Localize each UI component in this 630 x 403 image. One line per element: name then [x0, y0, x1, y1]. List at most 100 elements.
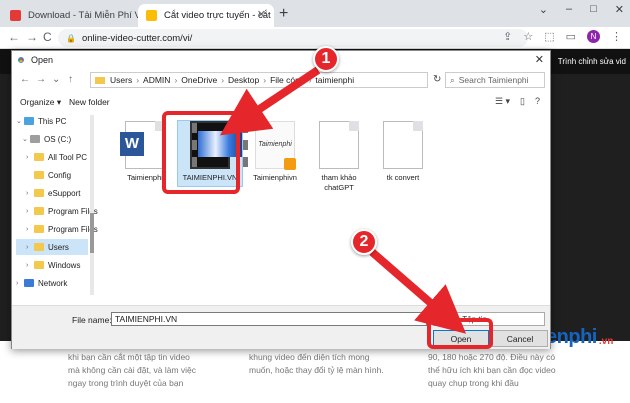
file-name-field[interactable]: TAIMIENPHI.VN ▾ — [111, 312, 427, 326]
folder-icon — [34, 261, 44, 269]
organize-button[interactable]: Organize ▾ — [20, 97, 61, 108]
chevron-down-icon[interactable]: ⌄ — [22, 135, 30, 143]
file-item-tham-khao-chatgpt[interactable]: tham khảo chatGPT — [308, 121, 370, 193]
open-file-dialog: Open ✕ ← → ⌄ ↑ Users › ADMIN › OneDrive › D… — [11, 50, 551, 349]
nav-item-all-tool-pc[interactable]: › All Tool PC — [26, 149, 87, 165]
chevron-right-icon: › — [136, 75, 140, 85]
word-logo-icon: W — [120, 132, 144, 156]
breadcrumb-item[interactable]: File cóno — [270, 75, 305, 85]
chevron-right-icon[interactable]: › — [26, 262, 34, 269]
search-input[interactable]: ⌕ Search Taimienphi — [445, 72, 545, 88]
minimize-button[interactable]: – — [566, 3, 572, 16]
breadcrumb[interactable]: Users › ADMIN › OneDrive › Desktop › File có… — [90, 72, 428, 88]
preview-pane-icon[interactable]: ▯ — [520, 96, 525, 107]
folder-icon — [34, 207, 44, 215]
nav-item-config[interactable]: Config — [26, 167, 71, 183]
breadcrumb-item[interactable]: OneDrive — [181, 75, 217, 85]
forward-button[interactable]: → — [26, 30, 38, 44]
chevron-right-icon[interactable]: › — [26, 154, 34, 161]
breadcrumb-item[interactable]: Desktop — [228, 75, 259, 85]
file-name: tk convert — [386, 173, 420, 182]
dialog-forward-button[interactable]: → — [36, 74, 46, 85]
chevron-down-icon[interactable]: ⌄ — [16, 117, 24, 125]
new-folder-button[interactable]: New folder — [69, 97, 110, 107]
site-info-icon[interactable]: 🔒 — [66, 34, 76, 43]
scrollbar-thumb[interactable] — [90, 213, 94, 253]
nav-item-esupport[interactable]: › eSupport — [26, 185, 80, 201]
new-tab-button[interactable]: + — [279, 5, 288, 23]
nav-item-program-files-x86[interactable]: › Program Files — [26, 221, 98, 237]
browser-menu-icon[interactable]: ⋮ — [611, 30, 622, 43]
network-icon — [24, 279, 34, 287]
url-text: online-video-cutter.com/vi/ — [81, 32, 193, 44]
nav-item-this-pc[interactable]: ⌄ This PC — [16, 113, 66, 129]
tab-favicon-icon — [10, 10, 21, 21]
nav-item-program-files[interactable]: › Program Files — [26, 203, 98, 219]
side-panel-icon[interactable]: ▭ — [566, 30, 576, 43]
maximize-button[interactable]: □ — [590, 3, 597, 16]
tab-strip: Download - Tải Miễn Phí VN - Ph Cắt vide… — [0, 0, 630, 27]
file-name: tham khảo chatGPT — [321, 173, 357, 192]
tab-video-cutter[interactable]: Cắt video trực tuyến - cắt MP4, A ✕ — [138, 4, 274, 27]
folder-icon — [95, 76, 105, 84]
nav-item-label: Network — [38, 278, 68, 288]
chevron-right-icon: › — [263, 75, 267, 85]
nav-item-os-c[interactable]: ⌄ OS (C:) — [22, 131, 71, 147]
feature-text: khi bạn cần cắt một tập tin video mà khô… — [68, 352, 197, 388]
page-nav-link[interactable]: Trình chỉnh sửa vid — [558, 57, 626, 66]
thumbnail-text: Taimienphi — [258, 141, 292, 148]
chevron-right-icon[interactable]: › — [26, 208, 34, 215]
image-file-icon: Taimienphi — [255, 121, 296, 170]
chevron-right-icon: › — [221, 75, 225, 85]
reload-button[interactable]: C — [43, 30, 52, 44]
chevron-right-icon[interactable]: › — [26, 244, 34, 251]
nav-item-label: This PC — [38, 116, 67, 126]
profile-avatar[interactable]: N — [587, 30, 600, 43]
feature-text: 90, 180 hoặc 270 độ. Điều này có thể hữu… — [428, 352, 556, 388]
drive-icon — [30, 135, 40, 143]
file-name-value: TAIMIENPHI.VN — [115, 314, 178, 324]
chevron-down-icon[interactable]: ▾ — [419, 314, 423, 322]
view-controls: ☰ ▾ ▯ ? — [495, 96, 540, 107]
nav-item-label: Users — [48, 242, 69, 252]
breadcrumb-item[interactable]: ADMIN — [143, 75, 170, 85]
file-item-taimienphivn[interactable]: Taimienphi Taimienphivn — [244, 121, 306, 183]
nav-item-network[interactable]: › Network — [16, 275, 67, 291]
toolbar-actions: ⇪ ☆ ⬚ ▭ N ⋮ — [503, 30, 622, 43]
dialog-close-button[interactable]: ✕ — [535, 53, 544, 66]
dialog-address-row: ← → ⌄ ↑ Users › ADMIN › OneDrive › Desktop ›… — [12, 69, 550, 91]
help-icon[interactable]: ? — [535, 96, 540, 107]
refresh-icon[interactable]: ↻ — [433, 74, 441, 85]
chevron-right-icon[interactable]: › — [26, 190, 34, 197]
change-view-icon[interactable]: ☰ ▾ — [495, 96, 510, 107]
chevron-right-icon[interactable]: › — [26, 226, 34, 233]
step-badge: 1 — [313, 46, 339, 72]
bookmark-star-icon[interactable]: ☆ — [523, 30, 533, 43]
tab-close-icon[interactable]: ✕ — [257, 8, 266, 21]
nav-item-label: All Tool PC — [48, 152, 87, 162]
file-item-tk-convert[interactable]: tk convert — [372, 121, 434, 183]
recent-locations-button[interactable]: ⌄ — [52, 74, 60, 85]
cancel-button[interactable]: Cancel — [492, 330, 548, 347]
address-bar[interactable]: 🔒 online-video-cutter.com/vi/ — [58, 29, 528, 47]
tab-download[interactable]: Download - Tải Miễn Phí VN - Ph — [2, 4, 138, 27]
close-window-button[interactable]: ✕ — [615, 3, 624, 16]
dialog-back-button[interactable]: ← — [20, 74, 30, 85]
document-icon — [383, 121, 423, 169]
share-icon[interactable]: ⇪ — [503, 30, 512, 43]
breadcrumb-item[interactable]: Users — [110, 75, 132, 85]
tab-search-icon[interactable]: ⌄ — [539, 3, 548, 16]
nav-item-users[interactable]: › Users — [16, 239, 88, 255]
nav-scrollbar[interactable] — [90, 115, 94, 295]
breadcrumb-item[interactable]: taimienphi — [315, 75, 354, 85]
up-folder-button[interactable]: ↑ — [68, 74, 73, 85]
back-button[interactable]: ← — [8, 30, 20, 44]
nav-item-label: Windows — [48, 260, 81, 270]
highlight-selected-file — [162, 111, 240, 194]
nav-item-label: eSupport — [48, 188, 81, 198]
nav-item-windows[interactable]: › Windows — [26, 257, 80, 273]
extensions-icon[interactable]: ⬚ — [544, 30, 554, 43]
chevron-right-icon[interactable]: › — [16, 280, 24, 287]
logo-tld: .vn — [598, 336, 614, 347]
word-document-icon: W — [120, 121, 165, 169]
